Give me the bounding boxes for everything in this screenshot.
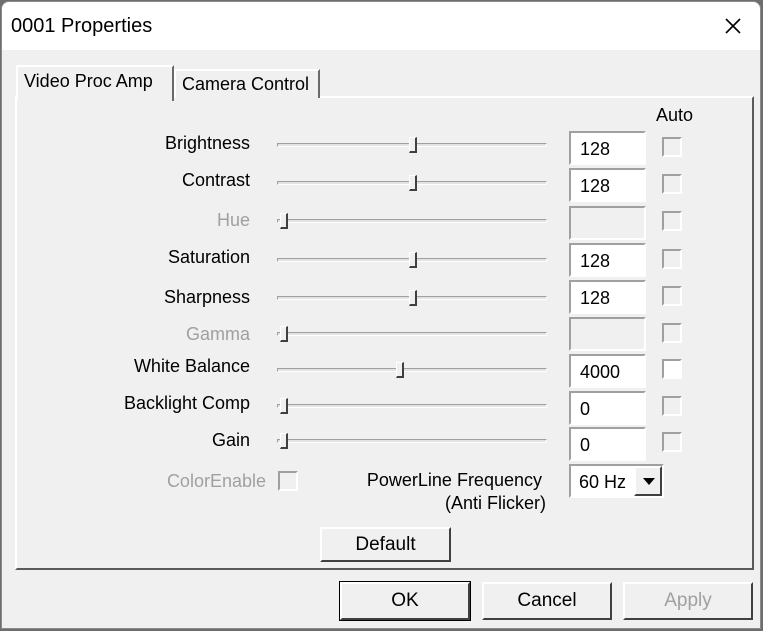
contrast-auto-checkbox[interactable]: [662, 174, 682, 194]
powerline-selected-value: 60 Hz: [579, 472, 627, 492]
color-enable-label: ColorEnable: [166, 471, 266, 491]
brightness-slider[interactable]: [277, 137, 547, 153]
contrast-value-field[interactable]: 128: [569, 168, 646, 202]
white-balance-label: White Balance: [133, 356, 250, 376]
slider-thumb[interactable]: [396, 362, 405, 378]
hue-label: Hue: [216, 210, 250, 230]
properties-dialog: 0001 Properties Video Proc Amp Camera Co…: [1, 1, 761, 629]
contrast-slider[interactable]: [277, 175, 547, 191]
white-balance-slider[interactable]: [277, 362, 547, 378]
ok-button[interactable]: OK: [339, 581, 471, 621]
powerline-label-line1: PowerLine Frequency: [366, 470, 542, 490]
sharpness-slider[interactable]: [277, 290, 547, 306]
backlight-comp-slider[interactable]: [277, 398, 547, 414]
cancel-button[interactable]: Cancel: [482, 582, 612, 620]
slider-thumb[interactable]: [409, 137, 417, 153]
saturation-slider[interactable]: [277, 252, 547, 268]
saturation-value-field[interactable]: 128: [569, 243, 646, 277]
brightness-label: Brightness: [164, 133, 250, 153]
chevron-down-icon: [643, 478, 655, 485]
hue-value-field[interactable]: [569, 206, 646, 240]
close-icon[interactable]: [718, 11, 748, 41]
slider-thumb[interactable]: [280, 213, 288, 229]
sharpness-auto-checkbox[interactable]: [662, 286, 682, 306]
auto-header: Auto: [656, 105, 694, 125]
white-balance-auto-checkbox[interactable]: [662, 359, 682, 379]
title-bar[interactable]: 0001 Properties: [2, 2, 760, 50]
tab-label: Camera Control: [182, 74, 310, 94]
powerline-label-line2: (Anti Flicker): [444, 493, 546, 513]
gain-auto-checkbox[interactable]: [662, 432, 682, 452]
hue-auto-checkbox[interactable]: [662, 211, 682, 231]
slider-thumb[interactable]: [280, 326, 288, 342]
slider-thumb[interactable]: [409, 252, 417, 268]
gamma-label: Gamma: [185, 324, 250, 344]
slider-thumb[interactable]: [280, 433, 288, 449]
gain-slider[interactable]: [277, 433, 547, 449]
tab-label: Video Proc Amp: [24, 71, 153, 91]
slider-thumb[interactable]: [409, 290, 417, 306]
window-title: 0001 Properties: [11, 15, 153, 37]
sharpness-label: Sharpness: [163, 287, 250, 307]
gain-value-field[interactable]: 0: [569, 427, 646, 461]
backlight-comp-label: Backlight Comp: [123, 393, 250, 413]
dropdown-button[interactable]: [634, 466, 662, 496]
powerline-frequency-select[interactable]: 60 Hz: [569, 464, 664, 498]
brightness-auto-checkbox[interactable]: [662, 137, 682, 157]
gain-label: Gain: [211, 430, 250, 450]
tab-camera-control[interactable]: Camera Control: [174, 69, 320, 98]
apply-button[interactable]: Apply: [623, 582, 753, 620]
saturation-auto-checkbox[interactable]: [662, 249, 682, 269]
brightness-value-field[interactable]: 128: [569, 131, 646, 165]
default-button[interactable]: Default: [320, 527, 451, 562]
contrast-label: Contrast: [181, 170, 250, 190]
slider-thumb[interactable]: [409, 175, 417, 191]
saturation-label: Saturation: [167, 247, 250, 267]
gamma-slider[interactable]: [277, 326, 547, 342]
slider-thumb[interactable]: [280, 398, 288, 414]
gamma-auto-checkbox[interactable]: [662, 323, 682, 343]
white-balance-value-field[interactable]: 4000: [569, 354, 646, 388]
sharpness-value-field[interactable]: 128: [569, 280, 646, 314]
color-enable-checkbox[interactable]: [278, 471, 298, 491]
backlight-comp-value-field[interactable]: 0: [569, 391, 646, 425]
tab-video-proc-amp[interactable]: Video Proc Amp: [16, 65, 174, 101]
gamma-value-field[interactable]: [569, 317, 646, 351]
backlight-comp-auto-checkbox[interactable]: [662, 396, 682, 416]
hue-slider[interactable]: [277, 213, 547, 229]
